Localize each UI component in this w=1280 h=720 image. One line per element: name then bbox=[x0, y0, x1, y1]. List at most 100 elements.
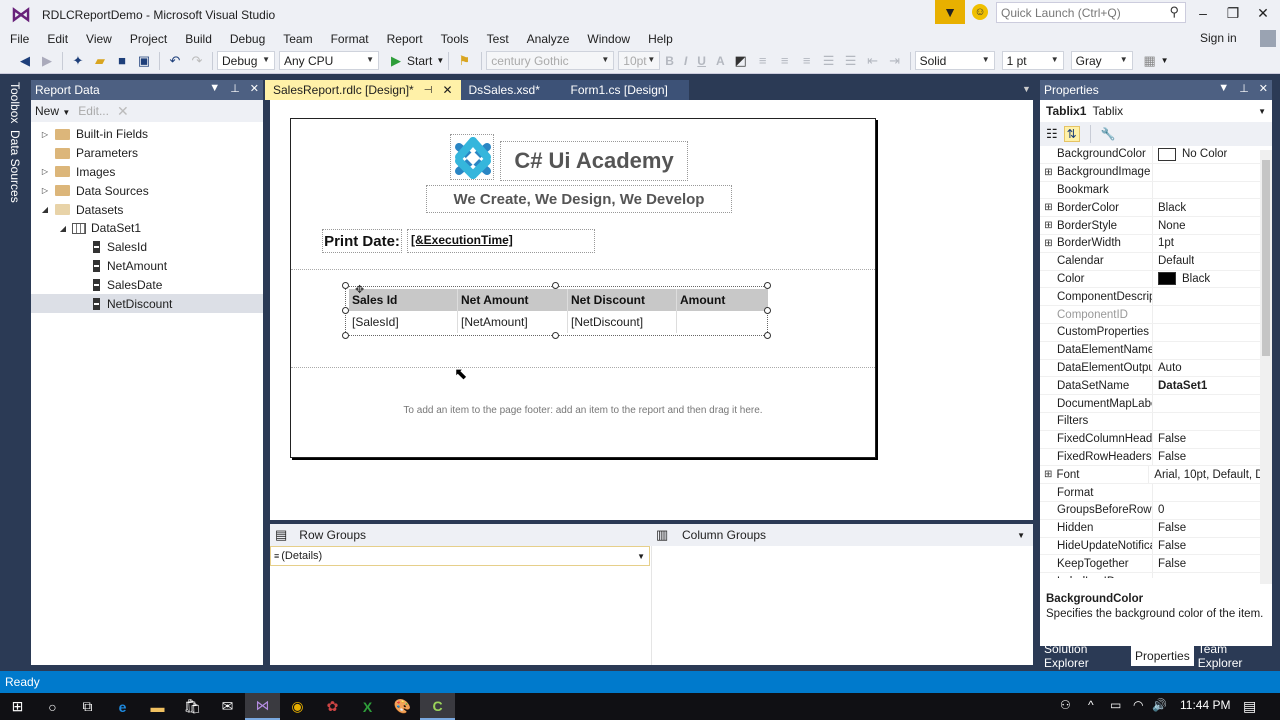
resize-handle[interactable] bbox=[764, 282, 771, 289]
resize-handle[interactable] bbox=[552, 332, 559, 339]
expand-plus-icon[interactable]: ⊞ bbox=[1040, 238, 1057, 249]
brand-title-textbox[interactable]: C# Ui Academy bbox=[500, 141, 688, 181]
navigate-back-icon[interactable]: ◀ bbox=[16, 52, 34, 70]
property-row-datasetname[interactable]: DataSetName DataSet1 bbox=[1040, 377, 1260, 396]
expand-plus-icon[interactable]: ⊞ bbox=[1040, 220, 1057, 231]
new-project-icon[interactable]: ✦ bbox=[69, 52, 87, 70]
property-row-dataelementname[interactable]: DataElementName bbox=[1040, 341, 1260, 360]
print-date-expression[interactable]: [&ExecutionTime] bbox=[407, 229, 595, 253]
window-position-icon[interactable]: ▼ bbox=[1218, 82, 1229, 95]
data-cell-net-discount[interactable]: [NetDiscount] bbox=[568, 311, 677, 333]
camtasia-icon[interactable]: C bbox=[420, 693, 455, 720]
resize-handle[interactable] bbox=[764, 307, 771, 314]
font-family-select[interactable]: century Gothic ▼ bbox=[486, 51, 615, 70]
header-cell-amount[interactable]: Amount bbox=[677, 289, 768, 311]
collapse-icon[interactable]: ◢ bbox=[39, 205, 51, 214]
window-position-icon[interactable]: ▼ bbox=[209, 82, 220, 95]
pin-icon[interactable]: ⊥ bbox=[230, 82, 240, 95]
header-cell-net-amount[interactable]: Net Amount bbox=[458, 289, 568, 311]
property-row-hidden[interactable]: Hidden False bbox=[1040, 519, 1260, 538]
close-icon[interactable]: ✕ bbox=[1259, 82, 1268, 95]
property-row-componentdescription[interactable]: ComponentDescription bbox=[1040, 288, 1260, 307]
expand-plus-icon[interactable]: ⊞ bbox=[1040, 202, 1057, 213]
menu-build[interactable]: Build bbox=[175, 32, 220, 46]
property-row-backgroundcolor[interactable]: BackgroundColor No Color bbox=[1040, 146, 1260, 164]
pin-icon[interactable]: ⊥ bbox=[1239, 82, 1249, 95]
new-button[interactable]: New ▼ bbox=[35, 104, 70, 118]
bold-button[interactable]: B bbox=[665, 54, 674, 68]
property-value[interactable]: False bbox=[1153, 433, 1186, 445]
property-value[interactable]: DataSet1 bbox=[1153, 380, 1207, 392]
restore-button[interactable]: ❐ bbox=[1218, 2, 1248, 24]
menu-debug[interactable]: Debug bbox=[220, 32, 273, 46]
align-left-icon[interactable]: ≡ bbox=[754, 52, 772, 70]
mail-icon[interactable]: ✉ bbox=[210, 693, 245, 720]
edit-button[interactable]: Edit... bbox=[78, 104, 109, 118]
data-cell-sales-id[interactable]: [SalesId] bbox=[349, 311, 458, 333]
resize-handle[interactable] bbox=[342, 307, 349, 314]
tree-item-data-sources[interactable]: ▷ Data Sources bbox=[31, 181, 263, 200]
feedback-smiley-icon[interactable]: ☺ bbox=[972, 4, 988, 20]
paint-icon[interactable]: 🎨 bbox=[385, 693, 420, 720]
increase-indent-icon[interactable]: ⇥ bbox=[886, 52, 904, 70]
save-icon[interactable]: ■ bbox=[113, 52, 131, 70]
tree-item-datasets[interactable]: ◢ Datasets bbox=[31, 200, 263, 219]
property-row-componentid[interactable]: ComponentID bbox=[1040, 306, 1260, 324]
property-value[interactable]: No Color bbox=[1153, 147, 1227, 161]
property-value[interactable]: Black bbox=[1153, 272, 1210, 286]
expand-icon[interactable]: ▷ bbox=[39, 167, 51, 176]
pin-tab-icon[interactable]: ⊣ bbox=[424, 85, 433, 96]
tab-team-explorer[interactable]: Team Explorer bbox=[1194, 642, 1272, 670]
menu-tools[interactable]: Tools bbox=[431, 32, 477, 46]
task-view-icon[interactable]: ⧉ bbox=[70, 693, 105, 720]
close-icon[interactable]: ✕ bbox=[250, 82, 259, 95]
quick-launch-input[interactable]: Quick Launch (Ctrl+Q) ⚲ bbox=[996, 2, 1186, 23]
edge-icon[interactable]: e bbox=[105, 693, 140, 720]
align-right-icon[interactable]: ≡ bbox=[798, 52, 816, 70]
numbered-list-icon[interactable]: ☰ bbox=[820, 52, 838, 70]
property-row-filters[interactable]: Filters bbox=[1040, 412, 1260, 431]
resize-handle[interactable] bbox=[764, 332, 771, 339]
tab-properties[interactable]: Properties bbox=[1131, 646, 1194, 666]
tree-item-images[interactable]: ▷ Images bbox=[31, 163, 263, 182]
italic-button[interactable]: I bbox=[684, 54, 687, 68]
find-in-files-icon[interactable]: ⚑ bbox=[455, 52, 473, 70]
menu-file[interactable]: File bbox=[0, 32, 37, 46]
chevron-down-icon[interactable]: ▼ bbox=[637, 552, 645, 561]
excel-icon[interactable]: X bbox=[350, 693, 385, 720]
header-cell-sales-id[interactable]: Sales Id bbox=[349, 289, 458, 311]
menu-project[interactable]: Project bbox=[120, 32, 175, 46]
property-value[interactable]: False bbox=[1153, 540, 1186, 552]
underline-button[interactable]: U bbox=[697, 54, 706, 68]
print-date-label[interactable]: Print Date: bbox=[322, 229, 402, 253]
header-cell-net-discount[interactable]: Net Discount bbox=[568, 289, 677, 311]
property-pages-icon[interactable]: 🔧 bbox=[1101, 127, 1116, 141]
file-explorer-icon[interactable]: ▬ bbox=[140, 693, 175, 720]
tagline-textbox[interactable]: We Create, We Design, We Develop bbox=[426, 185, 732, 213]
account-avatar-icon[interactable] bbox=[1260, 30, 1276, 47]
categorized-icon[interactable]: ☷ bbox=[1046, 126, 1058, 142]
grouping-menu-icon[interactable]: ▼ bbox=[1017, 531, 1025, 540]
start-windows-icon[interactable]: ⊞ bbox=[0, 693, 35, 720]
menu-report[interactable]: Report bbox=[377, 32, 431, 46]
volume-icon[interactable]: 🔊 bbox=[1152, 698, 1167, 712]
open-file-icon[interactable]: ▰ bbox=[91, 52, 109, 70]
solution-configuration-select[interactable]: Debug ▼ bbox=[217, 51, 275, 70]
expand-icon[interactable]: ▷ bbox=[39, 186, 51, 195]
expand-icon[interactable]: ▷ bbox=[39, 130, 51, 139]
align-center-icon[interactable]: ≡ bbox=[776, 52, 794, 70]
resize-handle[interactable] bbox=[342, 332, 349, 339]
property-value[interactable]: None bbox=[1153, 220, 1186, 232]
close-button[interactable]: ✕ bbox=[1248, 2, 1278, 24]
tree-item-netdiscount[interactable]: NetDiscount bbox=[31, 294, 263, 313]
font-color-button[interactable]: A bbox=[716, 54, 725, 68]
close-tab-icon[interactable]: ✕ bbox=[442, 83, 452, 97]
menu-window[interactable]: Window bbox=[577, 32, 638, 46]
toolbox-tab[interactable]: Toolbox bbox=[8, 82, 22, 123]
store-icon[interactable]: 🛍 bbox=[175, 693, 210, 720]
menu-analyze[interactable]: Analyze bbox=[517, 32, 578, 46]
border-style-select[interactable]: Solid ▼ bbox=[914, 51, 995, 70]
redo-icon[interactable]: ↷ bbox=[188, 52, 206, 70]
property-row-fixedrowheaders[interactable]: FixedRowHeaders False bbox=[1040, 448, 1260, 467]
tree-item-dataset1[interactable]: ◢ DataSet1 bbox=[31, 219, 263, 238]
